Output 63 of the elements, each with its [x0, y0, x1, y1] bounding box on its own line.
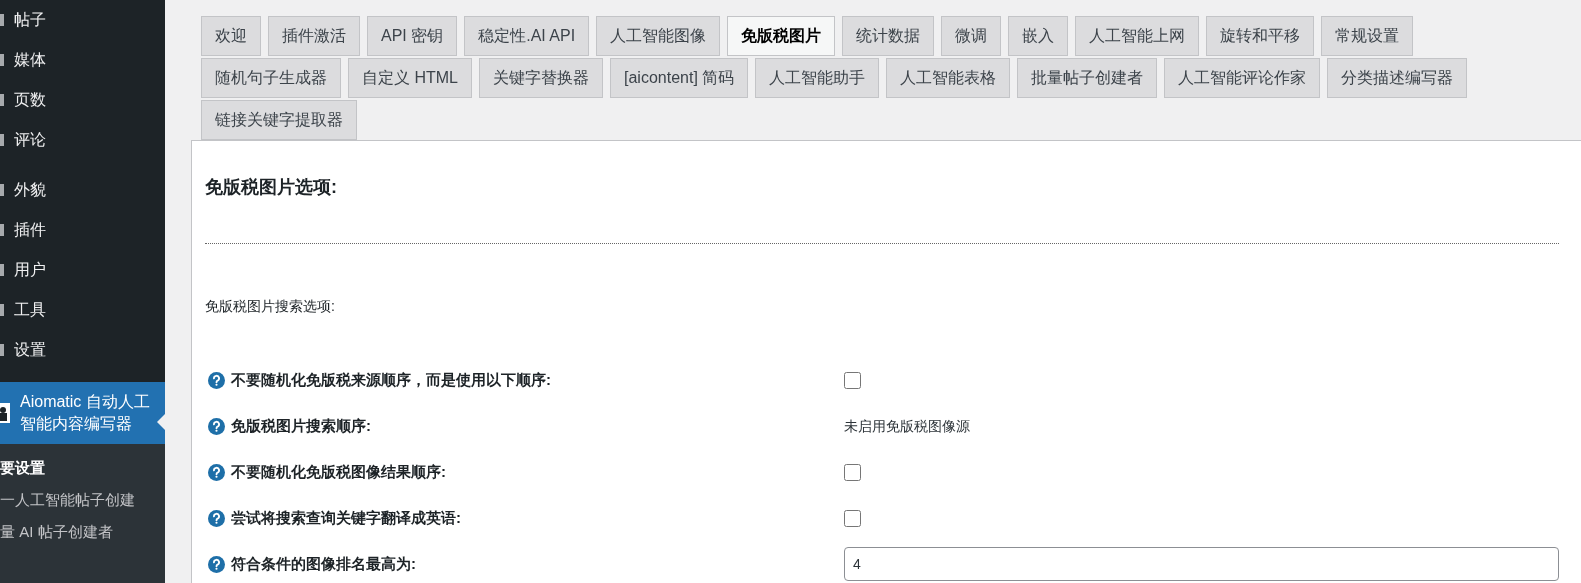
- menu-icon: [0, 14, 4, 26]
- checkbox[interactable]: [844, 371, 861, 389]
- sidebar-item[interactable]: 媒体: [0, 40, 165, 80]
- tab[interactable]: 人工智能表格: [886, 58, 1011, 98]
- sidebar-item[interactable]: 设置: [0, 330, 165, 370]
- tab[interactable]: 分类描述编写器: [1327, 58, 1468, 98]
- tab[interactable]: 人工智能上网: [1075, 16, 1200, 56]
- tab[interactable]: 常规设置: [1321, 16, 1414, 56]
- tab[interactable]: 随机句子生成器: [201, 58, 341, 98]
- help-icon: [208, 555, 225, 573]
- checkbox[interactable]: [844, 509, 861, 527]
- tab[interactable]: 人工智能助手: [755, 58, 880, 98]
- help-icon: [208, 371, 225, 389]
- submenu-item[interactable]: 要设置: [0, 458, 150, 478]
- help-icon: [208, 417, 225, 435]
- sidebar-item[interactable]: 评论: [0, 120, 165, 160]
- tab[interactable]: 自定义 HTML: [348, 58, 472, 98]
- robot-icon: [0, 402, 10, 424]
- submenu-item[interactable]: 量 AI 帖子创建者: [0, 522, 150, 542]
- tab[interactable]: [aicontent] 简码: [610, 58, 749, 98]
- option-label: 不要随机化免版税图像结果顺序:: [231, 461, 446, 482]
- option-label: 尝试将搜索查询关键字翻译成英语:: [231, 507, 461, 528]
- menu-icon: [0, 54, 4, 66]
- sidebar-item[interactable]: 插件: [0, 210, 165, 250]
- tab[interactable]: 微调: [941, 16, 1002, 56]
- section-title: 免版税图片搜索选项:: [205, 297, 336, 316]
- menu-icon: [0, 264, 4, 276]
- sidebar-item[interactable]: 页数: [0, 80, 165, 120]
- input-field[interactable]: 4: [844, 547, 1559, 581]
- option-label: 不要随机化免版税来源顺序，而是使用以下顺序:: [231, 369, 551, 390]
- sidebar-item[interactable]: Aiomatic 自动人工智能内容编写器: [0, 382, 165, 444]
- menu-icon: [0, 344, 4, 356]
- help-icon: [208, 463, 225, 481]
- tab[interactable]: 关键字替换器: [479, 58, 603, 98]
- tab[interactable]: 人工智能评论作家: [1164, 58, 1321, 98]
- tab[interactable]: 嵌入: [1008, 16, 1069, 56]
- tab[interactable]: 稳定性.AI API: [464, 16, 590, 56]
- tab[interactable]: 插件激活: [268, 16, 360, 56]
- option-value: 未启用免版税图像源: [844, 416, 970, 436]
- menu-icon: [0, 304, 4, 316]
- sidebar-item[interactable]: 工具: [0, 290, 165, 330]
- menu-icon: [0, 184, 4, 196]
- option-label: 免版税图片搜索顺序:: [231, 415, 371, 436]
- tab[interactable]: 欢迎: [201, 16, 261, 56]
- tab[interactable]: 批量帖子创建者: [1017, 58, 1158, 98]
- checkbox[interactable]: [844, 463, 861, 481]
- tab[interactable]: 链接关键字提取器: [201, 100, 357, 140]
- panel-heading: 免版税图片选项:: [205, 176, 338, 199]
- tab[interactable]: 旋转和平移: [1206, 16, 1315, 56]
- sidebar-item[interactable]: 外貌: [0, 170, 165, 210]
- sidebar-item[interactable]: 用户: [0, 250, 165, 290]
- help-icon: [208, 509, 225, 527]
- menu-icon: [0, 94, 4, 106]
- option-label: 符合条件的图像排名最高为:: [231, 553, 416, 574]
- tab[interactable]: 人工智能图像: [596, 16, 721, 56]
- current-pointer-icon: [157, 414, 165, 430]
- menu-icon: [0, 224, 4, 236]
- sidebar-item[interactable]: 帖子: [0, 0, 165, 40]
- tab[interactable]: API 密钥: [367, 16, 458, 56]
- submenu-item[interactable]: 一人工智能帖子创建: [0, 490, 150, 510]
- tab[interactable]: 免版税图片: [727, 16, 836, 56]
- menu-icon: [0, 134, 4, 146]
- tab[interactable]: 统计数据: [842, 16, 935, 56]
